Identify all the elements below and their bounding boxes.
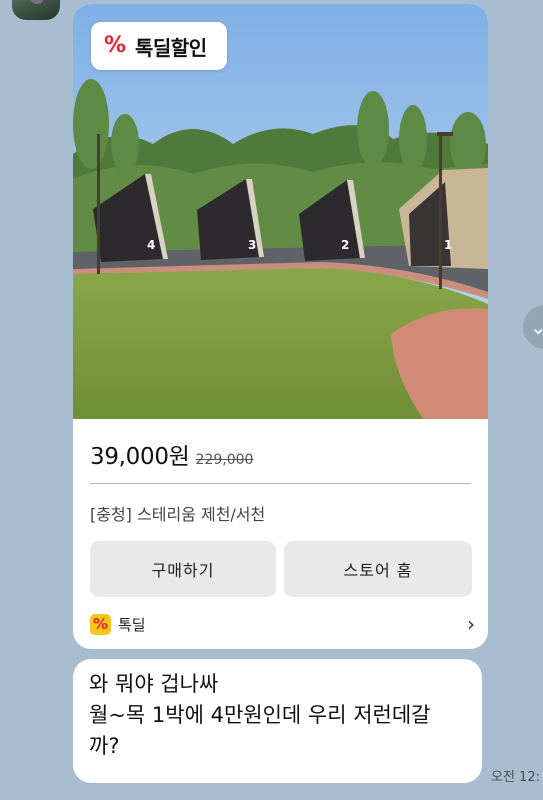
scroll-down-icon[interactable]: ⌄ bbox=[523, 305, 543, 349]
product-photo[interactable]: 4 3 2 1 % 톡딜할인 bbox=[73, 4, 488, 419]
message-bubble[interactable]: 와 뭐야 겁나싸 월~목 1박에 4만원인데 우리 저런데갈 까? bbox=[73, 659, 482, 783]
footer-label: 톡딜 bbox=[118, 615, 146, 634]
original-price: 229,000 bbox=[195, 452, 254, 468]
message-line: 까? bbox=[89, 734, 120, 758]
message-timestamp: 오전 12: bbox=[491, 770, 540, 785]
divider bbox=[90, 483, 471, 484]
product-card[interactable]: 4 3 2 1 % 톡딜할인 39,000원 229,000 [충청] 스테리움… bbox=[73, 4, 488, 649]
sender-avatar[interactable] bbox=[12, 0, 60, 20]
tokdeal-percent-icon: % bbox=[103, 33, 127, 58]
store-home-button[interactable]: 스토어 홈 bbox=[284, 541, 472, 597]
chevron-right-icon[interactable]: › bbox=[467, 612, 475, 636]
message-line: 와 뭐야 겁나싸 bbox=[89, 672, 219, 696]
product-name[interactable]: [충청] 스테리움 제천/서천 bbox=[90, 501, 265, 525]
cabin-number: 2 bbox=[341, 238, 349, 252]
card-footer[interactable]: % 톡딜 › bbox=[90, 612, 475, 636]
tokdeal-icon: % bbox=[90, 613, 111, 635]
cabin-number: 3 bbox=[248, 238, 256, 252]
cabin-number: 4 bbox=[147, 238, 155, 252]
tokdeal-discount-badge: % 톡딜할인 bbox=[91, 22, 227, 70]
buy-button[interactable]: 구매하기 bbox=[90, 541, 276, 597]
badge-label: 톡딜할인 bbox=[135, 35, 207, 60]
sale-price: 39,000원 bbox=[90, 444, 190, 470]
message-line: 월~목 1박에 4만원인데 우리 저런데갈 bbox=[89, 703, 431, 727]
price-row: 39,000원 229,000 bbox=[90, 437, 253, 471]
cabin-number: 1 bbox=[444, 238, 452, 252]
